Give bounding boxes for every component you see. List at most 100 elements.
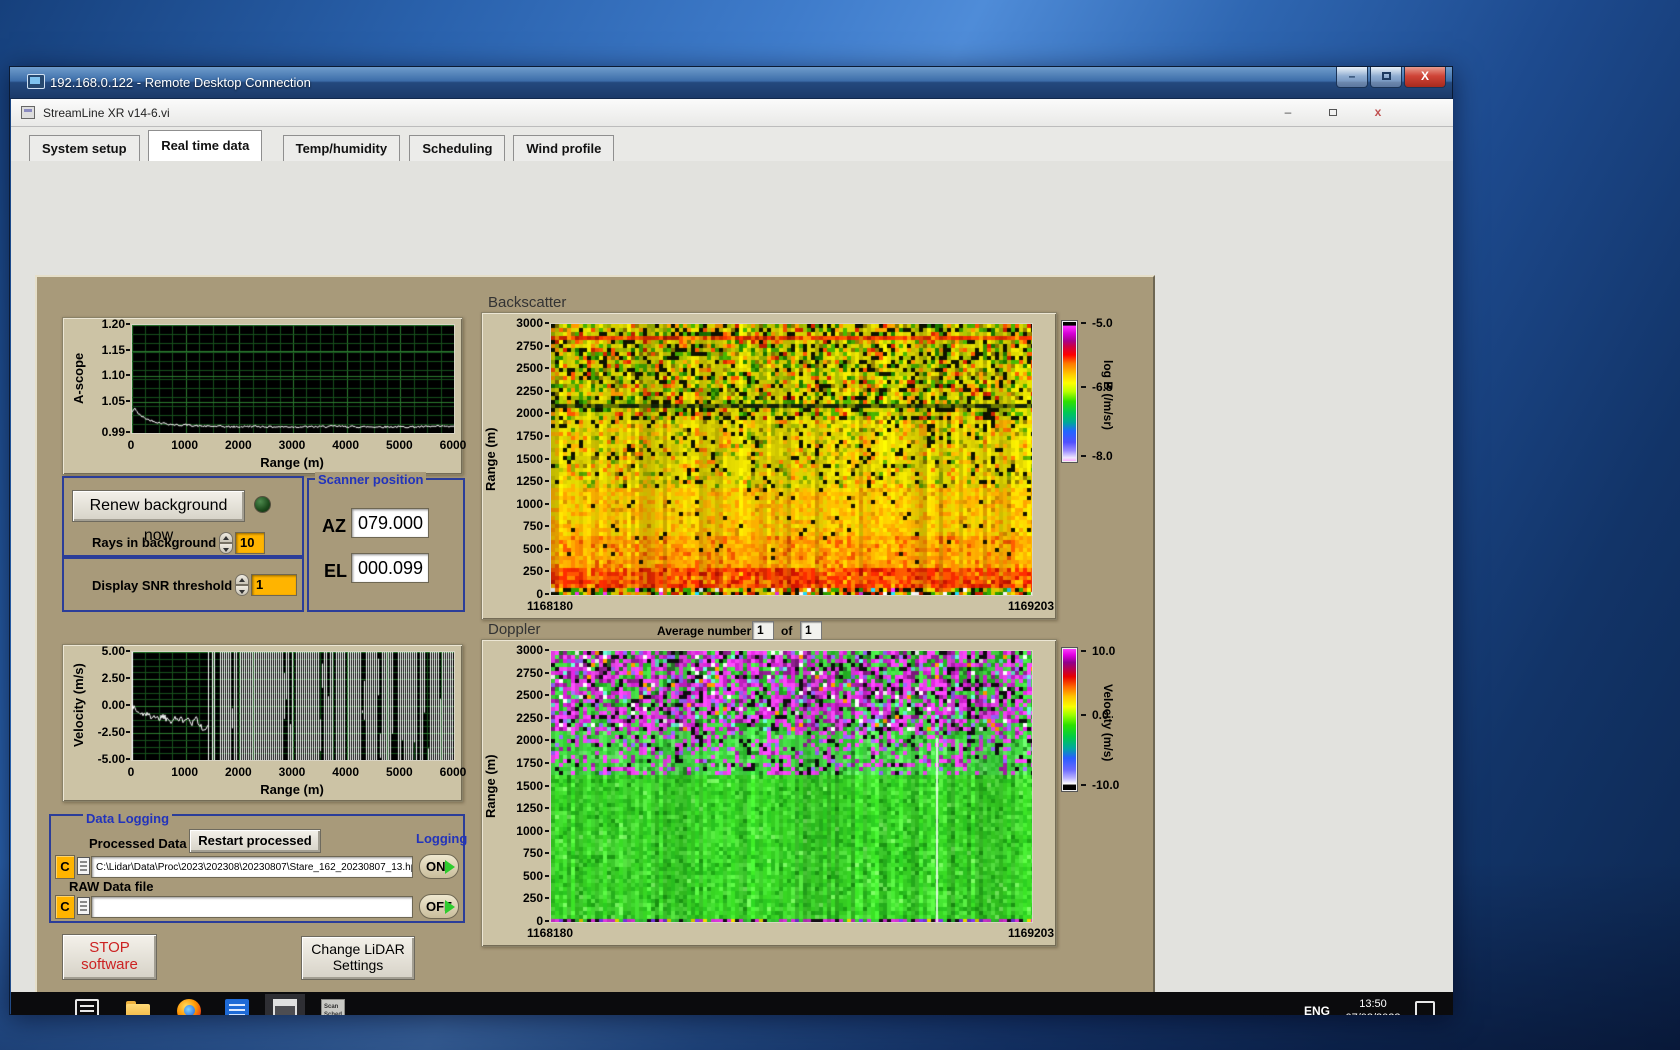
axis-tick-label: 6000 [439,765,467,779]
snr-label: Display SNR threshold [92,578,233,593]
axis-tick-label: -2.50 [97,725,125,739]
spinner-down-icon[interactable] [235,585,249,596]
axis-tick-label [545,593,549,595]
axis-tick-label: 0.99 [101,425,125,439]
tab-wind-profile[interactable]: Wind profile [513,135,615,161]
browse-file-icon[interactable] [77,897,90,915]
green-arrow-icon [445,860,455,874]
doppler-heatmap [550,650,1033,923]
axis-tick-label: 2000 [224,765,252,779]
rdp-titlebar[interactable]: 192.168.0.122 - Remote Desktop Connectio… [10,67,1452,99]
scan-icon-line1: Scan [324,1004,339,1010]
axis-tick-label [126,731,130,733]
processed-logging-toggle[interactable]: ON [419,854,459,879]
change-line1: Change LiDAR [311,941,405,957]
processed-drive-selector[interactable]: C [55,855,75,879]
renew-background-button[interactable]: Renew background now [72,490,245,544]
task-view-icon[interactable] [75,999,99,1015]
file-explorer-icon[interactable] [126,999,150,1015]
axis-tick-label: 1.10 [101,368,125,383]
colorbar-tick-label: -8.0 [1092,448,1113,463]
language-indicator[interactable]: ENG [1299,1002,1335,1015]
axis-tick-label: 1750 [516,755,543,770]
a-scope-plot [131,324,455,434]
spinner-up-icon[interactable] [235,574,249,585]
axis-tick-label [545,852,549,855]
axis-tick-label: 2250 [516,383,543,398]
spinner-up-icon[interactable] [219,532,233,543]
snr-value-field[interactable]: 1 [251,574,297,596]
minimize-button[interactable]: – [1336,67,1368,88]
axis-tick-label: 1500 [516,451,543,466]
app-titlebar[interactable]: StreamLine XR v14-6.vi – x [11,99,1453,127]
folder-body [126,1004,150,1015]
stop-software-button[interactable]: STOP software [62,934,157,980]
scan-scheduler-icon[interactable]: Scan Sched [321,999,345,1015]
tab-real-time-data[interactable]: Real time data [148,130,263,161]
axis-tick-label: 750 [522,519,543,534]
axis-tick-label: 1750 [516,428,543,443]
y-axis-label: Velocity (m/s) [71,663,86,747]
y-axis-label: A-scope [71,352,86,404]
doppler-colorbar [1061,647,1078,792]
firefox-icon[interactable] [177,999,201,1015]
axis-tick-label [126,650,130,652]
axis-tick-label [545,671,549,674]
app-restore-button[interactable] [1318,105,1348,121]
axis-tick-label [545,897,549,900]
axis-tick-label [545,344,549,347]
app-close-button[interactable]: x [1363,105,1393,121]
axis-tick-label [545,739,549,742]
clock[interactable]: 13:50 07/08/2023 [1339,997,1407,1015]
x-end-label: 1169203 [1007,926,1055,940]
x-axis-label: Range (m) [260,455,324,470]
active-window-icon[interactable] [273,999,297,1015]
snr-spinner[interactable] [235,574,249,596]
action-center-icon[interactable] [1415,1001,1435,1015]
axis-tick-label [545,784,549,787]
axis-tick-label [1081,650,1086,653]
axis-tick-label: 500 [522,868,543,883]
restart-processed-file-button[interactable]: Restart processed file [189,829,321,870]
y-axis-label: Range (m) [483,426,498,491]
tab-strip: System setup Real time data Temp/humidity S… [11,127,1453,161]
app-minimize-button[interactable]: – [1273,105,1303,121]
axis-tick-label: 1000 [516,823,543,838]
raw-data-file-label: RAW Data file [69,879,154,894]
tab-system-setup[interactable]: System setup [29,135,140,161]
raw-drive-selector[interactable]: C [55,895,75,919]
raw-path-field[interactable] [91,896,413,918]
axis-tick-label [126,758,130,760]
notepad-app-icon[interactable] [225,999,249,1015]
average-number-field[interactable]: 1 [752,621,774,640]
axis-tick-label [126,677,130,679]
el-value-field[interactable]: 000.099 [351,553,429,583]
browse-file-icon[interactable] [77,857,90,875]
tab-scheduling[interactable]: Scheduling [409,135,506,161]
restore-icon [1329,109,1337,116]
average-number-label: Average number [657,624,752,638]
az-value-field[interactable]: 079.000 [351,508,429,538]
axis-tick-label [545,570,549,573]
axis-tick-label [126,323,130,325]
x-start-label: 1168180 [526,926,574,940]
raw-logging-toggle[interactable]: OFF [419,894,459,919]
axis-tick-label [545,389,549,392]
average-total-field[interactable]: 1 [800,621,822,640]
axis-tick-label: 1250 [516,801,543,816]
axis-tick-label: 2500 [516,361,543,376]
axis-tick-label [545,829,549,832]
tab-temp-humidity[interactable]: Temp/humidity [282,135,401,161]
change-lidar-settings-button[interactable]: Change LiDAR Settings [301,936,415,980]
spinner-down-icon[interactable] [219,543,233,554]
processed-path-field[interactable]: C:\Lidar\Data\Proc\2023\202308\20230807\… [91,856,413,878]
rays-value-field[interactable]: 10 [235,532,265,554]
close-button[interactable]: X [1404,67,1446,88]
axis-tick-label: 5000 [385,438,413,452]
axis-tick-label: 1.20 [101,317,125,331]
axis-tick-label: 1000 [516,496,543,511]
rays-spinner[interactable] [219,532,233,554]
az-label: AZ [322,516,346,536]
axis-tick-label: 6000 [439,438,467,452]
maximize-button[interactable] [1370,67,1402,88]
